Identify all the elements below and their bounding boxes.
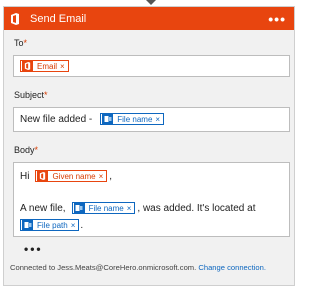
body-period-text: . [80,219,84,231]
to-field[interactable]: Email × [13,55,290,77]
remove-token-icon[interactable]: × [155,115,160,124]
remove-token-icon[interactable]: × [60,62,65,71]
remove-token-icon[interactable]: × [71,221,76,230]
change-connection-link[interactable]: Change connection. [198,263,266,272]
required-mark: * [44,90,48,100]
file-name-token[interactable]: File name × [100,113,165,125]
more-options-button[interactable]: ••• [268,11,286,27]
file-path-token-label: File path [37,220,68,230]
body-label: Body* [14,145,38,155]
required-mark: * [23,38,28,48]
office-icon [10,12,20,25]
card-header[interactable]: Send Email ••• [4,7,294,30]
connection-info: Connected to Jess.Meats@CoreHero.onmicro… [10,263,266,272]
body-greeting-text: Hi [20,170,30,182]
top-connector-arrow [146,0,156,5]
sharepoint-icon [73,202,85,214]
show-advanced-options-button[interactable]: ••• [24,242,43,256]
body-comma-text: , [109,170,113,182]
connected-account-text: Connected to Jess.Meats@CoreHero.onmicro… [10,263,197,272]
body-location-text: , was added. It's located at [137,202,256,214]
file-name-token-label: File name [117,114,153,124]
subject-label: Subject* [14,90,48,100]
required-mark: * [34,145,39,155]
email-token[interactable]: Email × [20,60,69,72]
file-path-token[interactable]: File path × [20,219,80,231]
body-field[interactable]: Hi Given name × , A new file, File name … [13,162,290,237]
given-name-token[interactable]: Given name × [35,170,108,182]
given-name-token-label: Given name [52,171,96,181]
remove-token-icon[interactable]: × [127,204,132,213]
sharepoint-icon [102,113,114,125]
subject-label-text: Subject [14,90,45,100]
remove-token-icon[interactable]: × [99,172,104,181]
to-label: To* [14,38,27,48]
to-label-text: To [14,38,24,48]
subject-field[interactable]: New file added - File name × [13,107,290,132]
email-token-label: Email [37,61,58,71]
file-name-token-label: File name [88,203,124,213]
subject-text: New file added - [20,113,93,125]
body-new-file-text: A new file, [20,202,66,214]
body-label-text: Body [14,145,35,155]
file-name-token[interactable]: File name × [71,202,136,214]
card-title: Send Email [30,12,87,25]
office-icon [22,60,33,72]
office-icon [37,170,49,182]
sharepoint-icon [22,219,33,231]
send-email-card: Send Email ••• To* Email × Subject* New … [3,6,295,286]
